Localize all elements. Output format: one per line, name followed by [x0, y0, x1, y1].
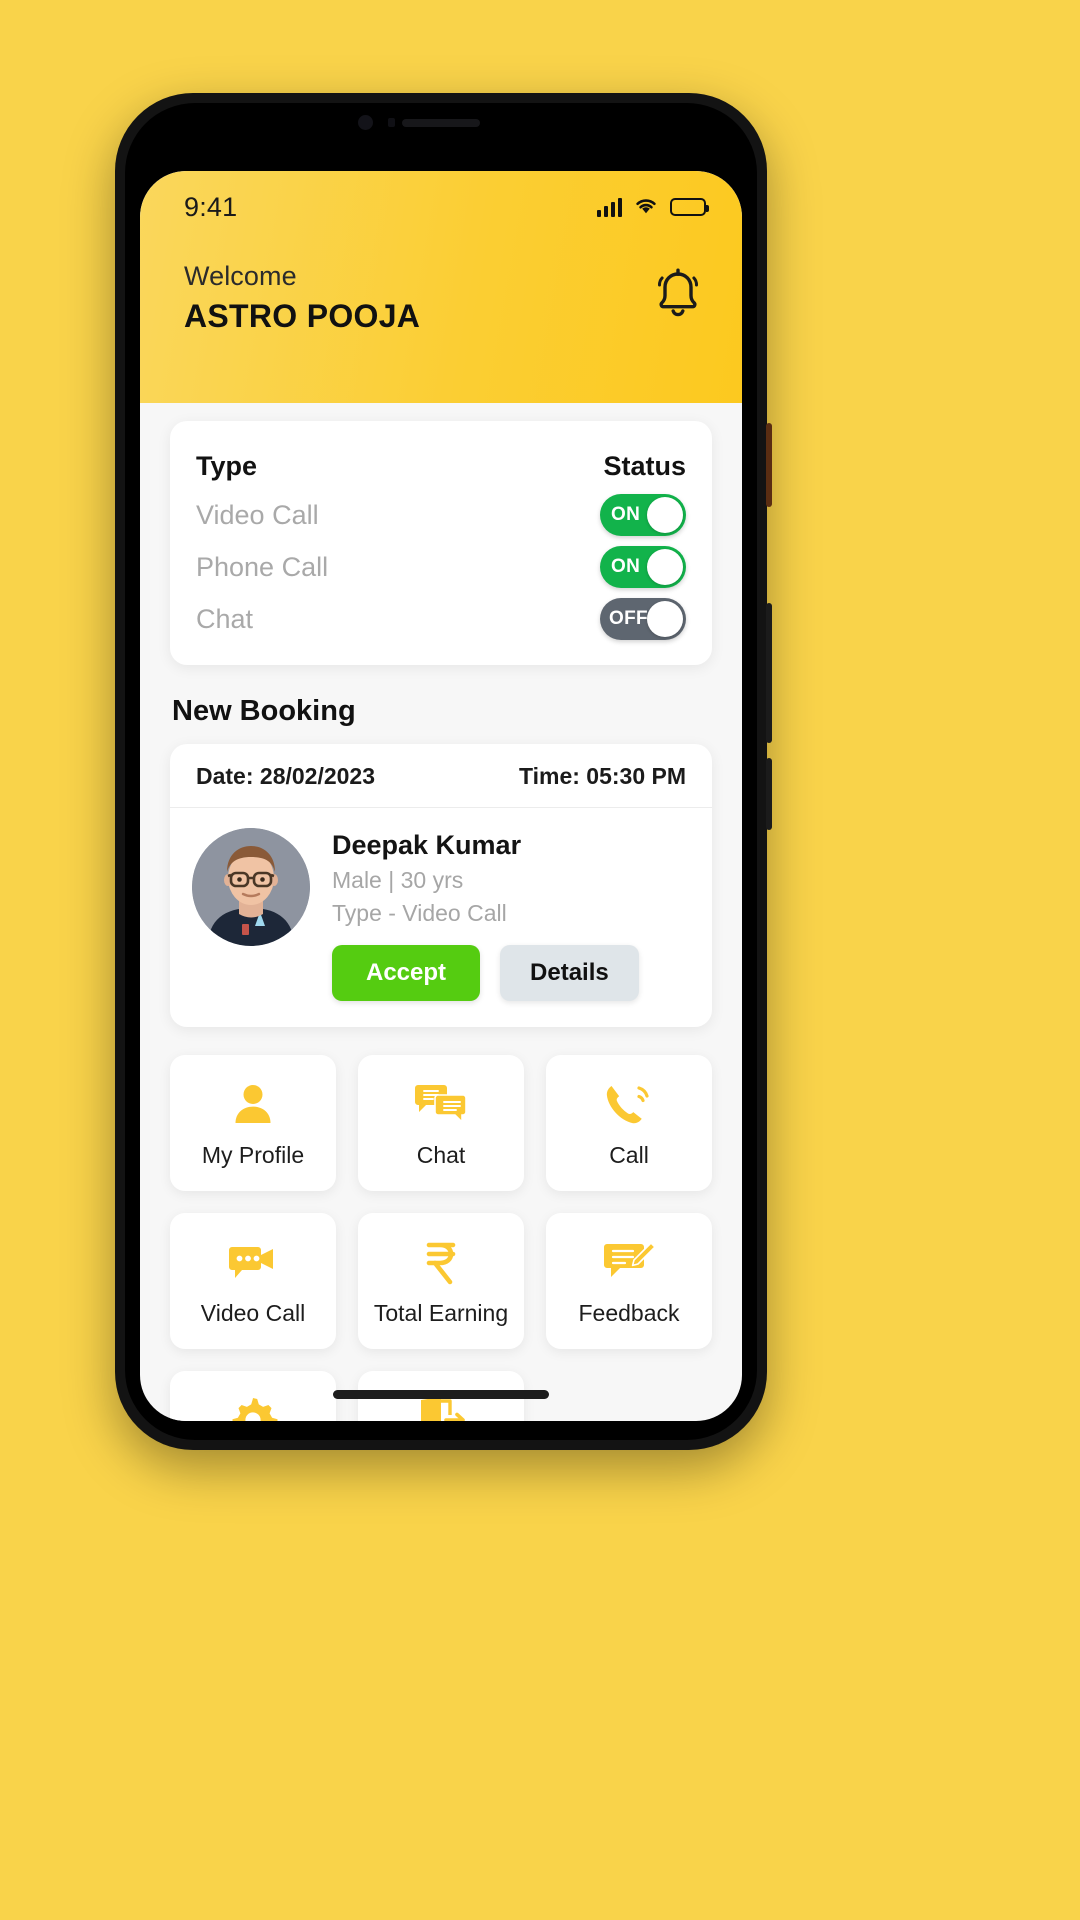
booking-actions: Accept Details	[332, 945, 686, 1001]
menu-grid: My Profile Chat Call Video Call Total Ea…	[170, 1055, 712, 1421]
menu-tile-settings[interactable]: Settings	[170, 1371, 336, 1421]
toggle-state-video-call: ON	[611, 504, 641, 525]
toggle-phone-call[interactable]: ON	[600, 546, 686, 588]
details-button[interactable]: Details	[500, 945, 639, 1001]
toggle-chat[interactable]: OFF	[600, 598, 686, 640]
video-camera-icon	[226, 1236, 280, 1288]
status-row-video-call: Video Call ON	[196, 489, 686, 541]
booking-date: Date: 28/02/2023	[196, 763, 376, 789]
menu-tile-call[interactable]: Call	[546, 1055, 712, 1191]
phone-volume-down-button[interactable]	[766, 758, 772, 830]
menu-label-call: Call	[609, 1141, 649, 1168]
toggle-state-chat: OFF	[609, 608, 648, 629]
status-row-phone-call: Phone Call ON	[196, 541, 686, 593]
client-gender-age: Male | 30 yrs	[332, 867, 464, 893]
status-icons	[596, 195, 709, 220]
toggle-video-call[interactable]: ON	[600, 494, 686, 536]
feedback-edit-icon	[602, 1236, 656, 1288]
wifi-icon	[633, 195, 659, 220]
status-card-header-row: Type Status	[196, 443, 686, 489]
phone-notch	[326, 107, 556, 141]
toggle-knob	[647, 549, 683, 585]
user-profile-icon	[228, 1078, 278, 1130]
new-booking-card: Date: 28/02/2023 Time: 05:30 PM Deepak K…	[170, 744, 712, 1027]
menu-label-my-profile: My Profile	[201, 1141, 305, 1168]
menu-label-video-call: Video Call	[200, 1299, 306, 1326]
user-name: ASTRO POOJA	[184, 298, 421, 334]
menu-tile-total-earning[interactable]: Total Earning	[358, 1213, 524, 1349]
phone-frame: 9:41 Welcome ASTRO POOJA Type Status Vid…	[115, 93, 772, 1450]
accept-button[interactable]: Accept	[332, 945, 481, 1001]
menu-tile-chat[interactable]: Chat	[358, 1055, 524, 1191]
toggle-knob	[647, 601, 683, 637]
booking-card-body: Deepak Kumar Male | 30 yrs Type - Video …	[170, 808, 712, 1027]
phone-volume-up-button[interactable]	[766, 603, 772, 743]
status-time: 9:41	[184, 191, 238, 222]
menu-tile-my-profile[interactable]: My Profile	[170, 1055, 336, 1191]
booking-time: Time: 05:30 PM	[518, 763, 686, 789]
client-name: Deepak Kumar	[332, 830, 522, 860]
battery-full-icon	[670, 198, 709, 216]
status-label-phone-call: Phone Call	[196, 551, 329, 582]
earpiece-speaker	[402, 119, 480, 127]
gear-icon	[228, 1394, 278, 1421]
status-bar: 9:41	[140, 171, 742, 233]
home-indicator[interactable]	[333, 1390, 549, 1399]
phone-call-icon	[603, 1078, 655, 1130]
rupee-icon	[419, 1236, 463, 1288]
proximity-sensor-icon	[388, 118, 395, 127]
welcome-label: Welcome	[184, 261, 297, 291]
chat-bubbles-icon	[414, 1078, 468, 1130]
menu-label-chat: Chat	[416, 1141, 466, 1168]
booking-client-info: Deepak Kumar Male | 30 yrs Type - Video …	[332, 828, 686, 1001]
notification-bell-icon[interactable]	[652, 267, 704, 326]
menu-tile-video-call[interactable]: Video Call	[170, 1213, 336, 1349]
front-camera-icon	[358, 115, 373, 130]
toggle-knob	[647, 497, 683, 533]
main-content: Type Status Video Call ON Phone Call ON	[140, 421, 742, 1421]
booking-card-header: Date: 28/02/2023 Time: 05:30 PM	[170, 744, 712, 808]
section-title-new-booking: New Booking	[172, 695, 356, 727]
welcome-block: Welcome ASTRO POOJA	[184, 261, 420, 335]
header-content: Welcome ASTRO POOJA	[140, 233, 742, 335]
status-label-video-call: Video Call	[196, 499, 319, 530]
menu-label-feedback: Feedback	[578, 1299, 680, 1326]
toggle-state-phone-call: ON	[611, 556, 641, 577]
menu-label-total-earning: Total Earning	[373, 1299, 509, 1326]
avatar	[192, 828, 310, 946]
column-header-type: Type	[196, 450, 258, 481]
column-header-status: Status	[603, 450, 686, 481]
status-label-chat: Chat	[196, 603, 254, 634]
menu-tile-feedback[interactable]: Feedback	[546, 1213, 712, 1349]
client-session-type: Type - Video Call	[332, 900, 507, 926]
phone-power-button[interactable]	[766, 423, 772, 507]
cellular-bars-icon	[596, 197, 622, 217]
phone-screen: 9:41 Welcome ASTRO POOJA Type Status Vid…	[140, 171, 742, 1421]
availability-status-card: Type Status Video Call ON Phone Call ON	[170, 421, 712, 665]
status-row-chat: Chat OFF	[196, 593, 686, 645]
